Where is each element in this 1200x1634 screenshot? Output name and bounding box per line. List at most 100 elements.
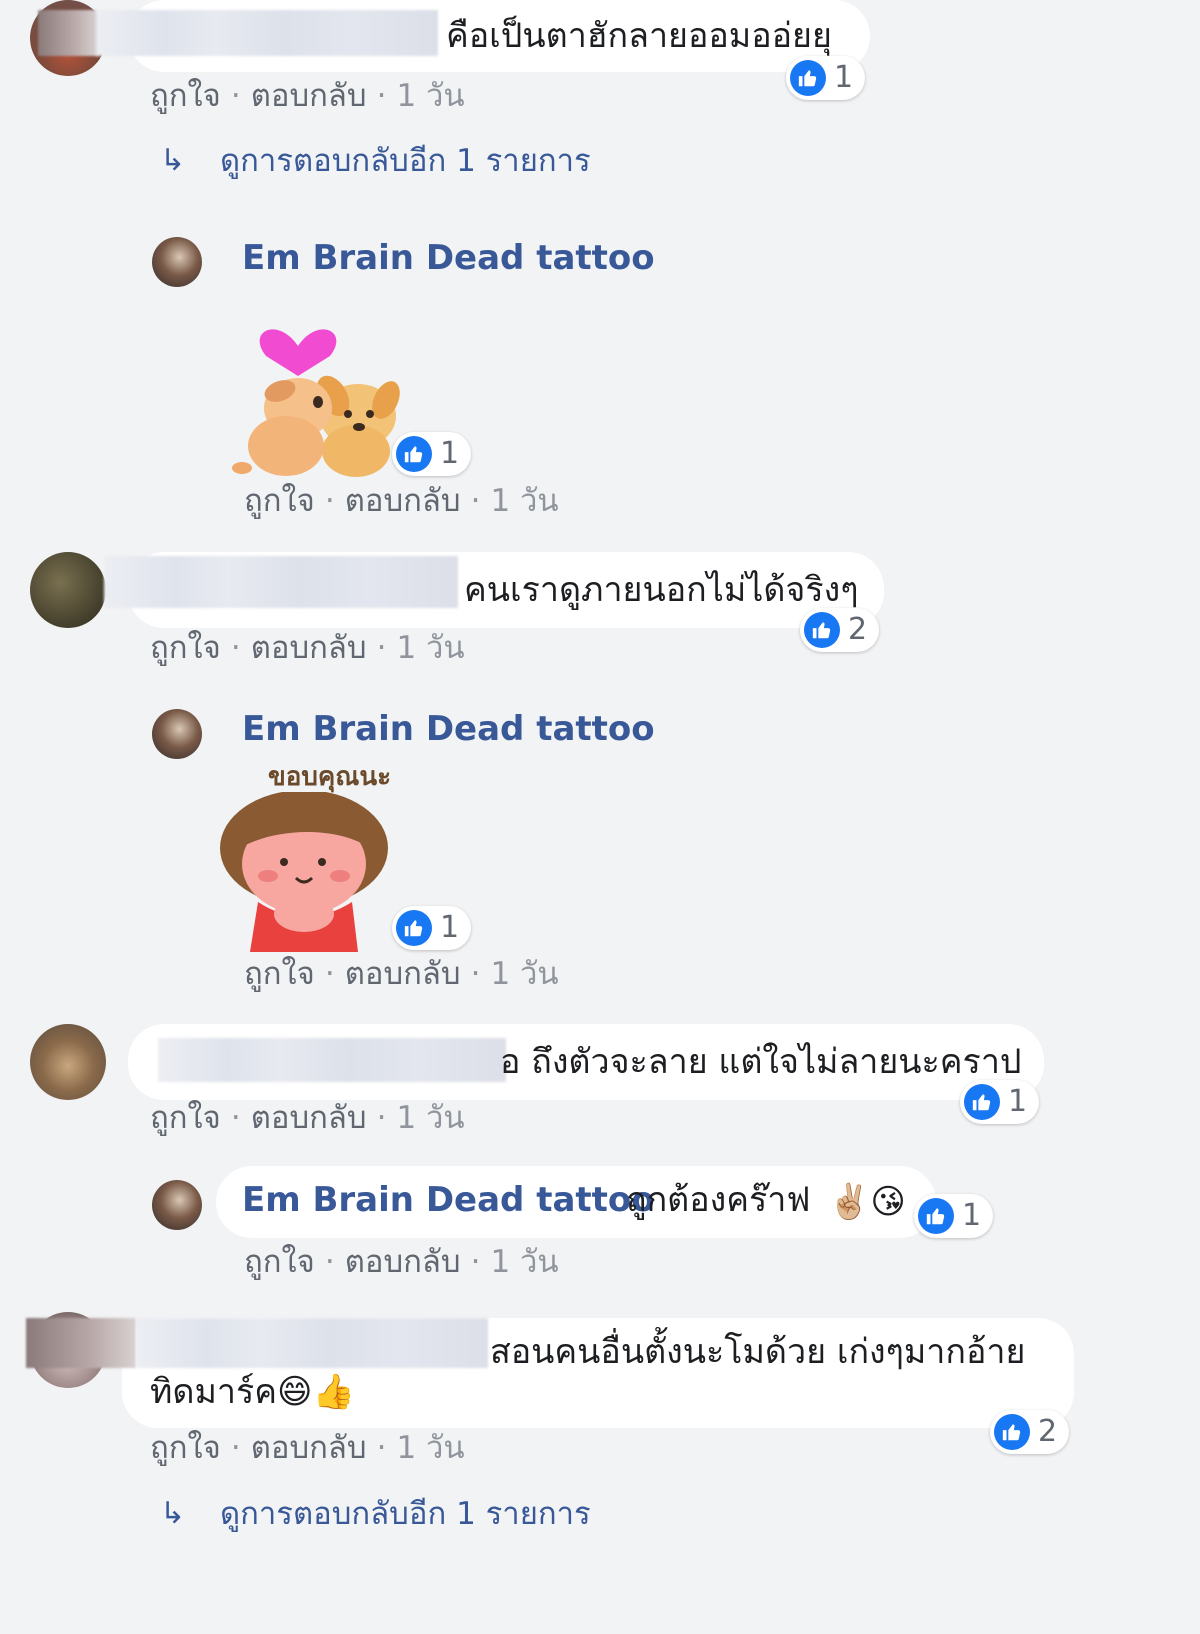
separator: · <box>324 483 335 519</box>
separator: · <box>376 630 387 666</box>
like-link[interactable]: ถูกใจ <box>244 1244 315 1280</box>
commenter-avatar[interactable] <box>30 1024 106 1100</box>
reply-actions: ถูกใจ · ตอบกลับ · 1 วัน <box>244 483 559 519</box>
reaction-count-badge[interactable]: 1 <box>392 906 472 950</box>
thank-you-sticker: ขอบคุณนะ <box>218 756 418 956</box>
page-avatar[interactable] <box>152 709 202 759</box>
comment-text: คือเป็นตาฮักลายออมออ่ยยุ <box>446 16 832 56</box>
reaction-count-badge[interactable]: 1 <box>786 56 866 100</box>
reply-link[interactable]: ตอบกลับ <box>345 483 461 519</box>
comment-actions: ถูกใจ · ตอบกลับ · 1 วัน <box>150 1430 465 1466</box>
comment-text-line2: ทิดมาร์ค😄👍 <box>150 1372 355 1412</box>
reply-bubble: Em Brain Dead tattoo ถูกต้องคร๊าฟ ✌🏼😘 <box>216 1166 936 1238</box>
reply-author[interactable]: Em Brain Dead tattoo <box>242 238 655 278</box>
separator: · <box>230 1100 241 1136</box>
reply-actions: ถูกใจ · ตอบกลับ · 1 วัน <box>244 956 559 992</box>
reaction-count: 1 <box>440 436 460 471</box>
reply-author[interactable]: Em Brain Dead tattoo <box>242 1180 655 1220</box>
reply-link[interactable]: ตอบกลับ <box>251 630 367 666</box>
reaction-count: 1 <box>1008 1084 1028 1119</box>
like-icon <box>396 910 432 946</box>
reaction-count: 2 <box>848 612 868 647</box>
like-icon <box>994 1414 1030 1450</box>
separator: · <box>376 1100 387 1136</box>
page-avatar[interactable] <box>152 1180 202 1230</box>
reaction-count-badge[interactable]: 2 <box>990 1410 1070 1454</box>
reaction-count-badge[interactable]: 1 <box>914 1194 994 1238</box>
reaction-count: 1 <box>962 1198 982 1233</box>
comment-text: คนเราดูภายนอกไม่ได้จริงๆ <box>464 570 859 610</box>
like-link[interactable]: ถูกใจ <box>150 1100 221 1136</box>
like-link[interactable]: ถูกใจ <box>150 630 221 666</box>
reply-link[interactable]: ตอบกลับ <box>345 1244 461 1280</box>
reply-link[interactable]: ตอบกลับ <box>251 1430 367 1466</box>
timestamp[interactable]: 1 วัน <box>396 1430 464 1466</box>
dogs-sticker <box>228 296 408 486</box>
timestamp[interactable]: 1 วัน <box>490 1244 558 1280</box>
comment-text: ทิดมาร์ค <box>150 1372 278 1412</box>
like-icon <box>396 436 432 472</box>
separator: · <box>470 1244 481 1280</box>
blurred-name <box>136 1318 488 1368</box>
like-link[interactable]: ถูกใจ <box>244 483 315 519</box>
view-more-replies-label: ดูการตอบกลับอีก 1 รายการ <box>220 143 591 179</box>
separator: · <box>376 78 387 114</box>
reply-author[interactable]: Em Brain Dead tattoo <box>242 709 655 749</box>
comment-text-line1: สอนคนอื่นตั้งนะโมด้วย เก่งๆมากอ้าย <box>490 1332 1026 1372</box>
separator: · <box>230 630 241 666</box>
reply-arrow-icon: ↳ <box>160 1496 186 1531</box>
comment-actions: ถูกใจ · ตอบกลับ · 1 วัน <box>150 78 465 114</box>
blurred-name <box>38 10 98 56</box>
separator: · <box>470 956 481 992</box>
reaction-count-badge[interactable]: 1 <box>960 1080 1040 1124</box>
like-icon <box>964 1084 1000 1120</box>
timestamp[interactable]: 1 วัน <box>490 483 558 519</box>
reply-link[interactable]: ตอบกลับ <box>251 78 367 114</box>
separator: · <box>376 1430 387 1466</box>
separator: · <box>470 483 481 519</box>
like-icon <box>790 60 826 96</box>
timestamp[interactable]: 1 วัน <box>396 1100 464 1136</box>
reaction-count-badge[interactable]: 1 <box>392 432 472 476</box>
sticker-caption: ขอบคุณนะ <box>268 762 392 792</box>
comment-text: อ ถึงตัวจะลาย แต่ใจไม่ลายนะคราป <box>500 1042 1022 1082</box>
victory-kiss-emoji: ✌🏼😘 <box>828 1182 906 1222</box>
separator: · <box>324 1244 335 1280</box>
separator: · <box>324 956 335 992</box>
reaction-count-badge[interactable]: 2 <box>800 608 880 652</box>
comment-bubble: คนเราดูภายนอกไม่ได้จริงๆ <box>104 552 884 628</box>
comment-actions: ถูกใจ · ตอบกลับ · 1 วัน <box>150 1100 465 1136</box>
separator: · <box>230 1430 241 1466</box>
timestamp[interactable]: 1 วัน <box>396 78 464 114</box>
reaction-count: 1 <box>834 60 854 95</box>
reply-link[interactable]: ตอบกลับ <box>251 1100 367 1136</box>
like-icon <box>804 612 840 648</box>
blurred-name <box>158 1038 506 1082</box>
like-link[interactable]: ถูกใจ <box>150 1430 221 1466</box>
view-more-replies-link[interactable]: ↳ ดูการตอบกลับอีก 1 รายการ <box>160 143 591 179</box>
comment-bubble: สอนคนอื่นตั้งนะโมด้วย เก่งๆมากอ้าย ทิดมา… <box>26 1318 1074 1428</box>
commenter-avatar[interactable] <box>30 552 106 628</box>
comment-bubble: คือเป็นตาฮักลายออมออ่ยยุ <box>38 0 870 72</box>
separator: · <box>230 78 241 114</box>
comment-bubble: อ ถึงตัวจะลาย แต่ใจไม่ลายนะคราป <box>128 1024 1044 1100</box>
like-link[interactable]: ถูกใจ <box>150 78 221 114</box>
reaction-count: 1 <box>440 910 460 945</box>
reply-link[interactable]: ตอบกลับ <box>345 956 461 992</box>
like-link[interactable]: ถูกใจ <box>244 956 315 992</box>
view-more-replies-label: ดูการตอบกลับอีก 1 รายการ <box>220 1496 591 1532</box>
blurred-name <box>104 556 458 608</box>
grin-thumbs-emoji: 😄👍 <box>277 1372 355 1412</box>
reply-actions: ถูกใจ · ตอบกลับ · 1 วัน <box>244 1244 559 1280</box>
view-more-replies-link[interactable]: ↳ ดูการตอบกลับอีก 1 รายการ <box>160 1496 591 1532</box>
blurred-name <box>96 10 438 56</box>
reply-arrow-icon: ↳ <box>160 143 186 178</box>
page-avatar[interactable] <box>152 237 202 287</box>
timestamp[interactable]: 1 วัน <box>396 630 464 666</box>
blurred-name <box>26 1318 136 1368</box>
timestamp[interactable]: 1 วัน <box>490 956 558 992</box>
comment-actions: ถูกใจ · ตอบกลับ · 1 วัน <box>150 630 465 666</box>
like-icon <box>918 1198 954 1234</box>
reply-text: ถูกต้องคร๊าฟ <box>626 1180 811 1220</box>
reaction-count: 2 <box>1038 1414 1058 1449</box>
